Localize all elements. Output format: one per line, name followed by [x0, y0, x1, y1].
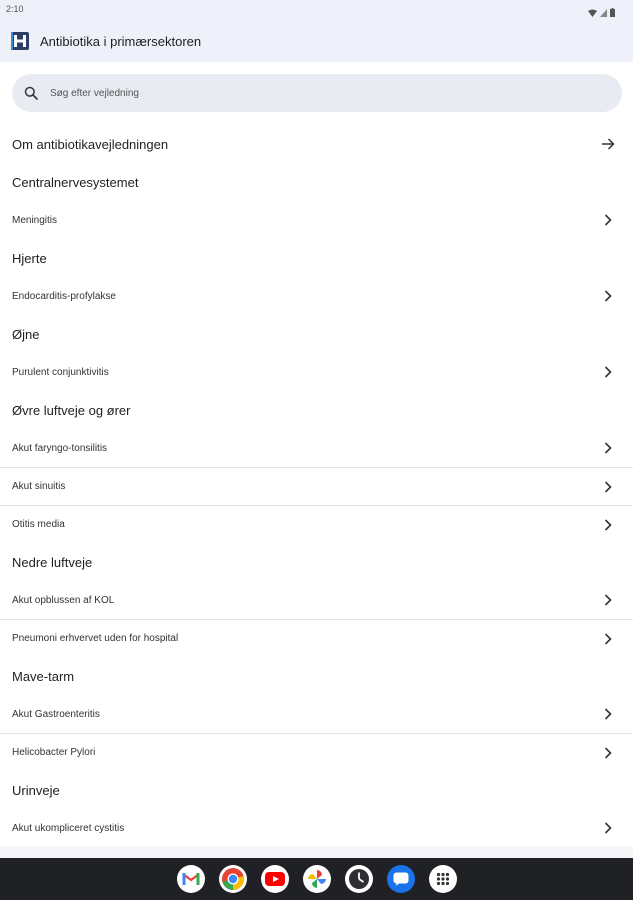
- list-item[interactable]: Endocarditis-profylakse: [0, 277, 633, 315]
- messages-icon[interactable]: [386, 865, 415, 893]
- app-drawer-icon[interactable]: [428, 865, 457, 893]
- list-item-label: Purulent conjunktivitis: [12, 366, 109, 378]
- list-item-label: Endocarditis-profylakse: [12, 290, 116, 302]
- list-item-label: Pneumoni erhvervet uden for hospital: [12, 633, 179, 644]
- section-heading-label: Øjne: [12, 326, 40, 342]
- list-bottom-edge: [0, 846, 633, 858]
- list-item[interactable]: Akut Gastroenteritis: [0, 695, 633, 733]
- chevron-right-icon: [604, 442, 612, 454]
- section-heading-label: Mave-tarm: [12, 668, 75, 684]
- gmail-icon[interactable]: [176, 865, 205, 893]
- section-heading: Mave-tarm: [0, 657, 633, 695]
- search-icon: [24, 86, 38, 100]
- list-item[interactable]: Akut opblussen af KOL: [0, 581, 633, 619]
- section-heading-label: Centralnervesystemet: [12, 174, 139, 190]
- section-heading: Hjerte: [0, 239, 633, 277]
- chevron-right-icon: [604, 822, 612, 834]
- section-heading-label: Øvre luftveje og ører: [12, 402, 131, 418]
- youtube-icon[interactable]: [260, 865, 289, 893]
- search-bar[interactable]: Søg efter vejledning: [12, 74, 622, 112]
- app-title: Antibiotika i primærsektoren: [40, 33, 202, 49]
- list-item-label: Akut sinuitis: [12, 481, 66, 492]
- list-item-label: Akut ukompliceret cystitis: [12, 822, 125, 834]
- section-heading-label: Urinveje: [12, 782, 60, 798]
- search-placeholder: Søg efter vejledning: [50, 87, 139, 99]
- list-item[interactable]: Otitis media: [0, 505, 633, 543]
- list-item[interactable]: Purulent conjunktivitis: [0, 353, 633, 391]
- section-heading: Øvre luftveje og ører: [0, 391, 633, 429]
- row-label: Om antibiotikavejledningen: [12, 136, 169, 152]
- chevron-right-icon: [604, 708, 612, 720]
- list-item[interactable]: Akut faryngo-tonsilitis: [0, 429, 633, 467]
- section-heading: Urinveje: [0, 771, 633, 809]
- list-item-label: Akut faryngo-tonsilitis: [12, 442, 108, 454]
- chevron-right-icon: [604, 481, 612, 493]
- chrome-icon[interactable]: [218, 865, 247, 893]
- taskbar: [0, 858, 633, 900]
- about-guidelines-link[interactable]: Om antibiotikavejledningen: [0, 125, 633, 163]
- chevron-right-icon: [604, 633, 612, 645]
- app-bar: Antibiotika i primærsektoren: [0, 20, 633, 62]
- section-heading: Centralnervesystemet: [0, 163, 633, 201]
- list-item-label: Akut opblussen af KOL: [12, 594, 115, 606]
- photos-icon[interactable]: [302, 865, 331, 893]
- list-item[interactable]: Akut ukompliceret cystitis: [0, 809, 633, 847]
- chevron-right-icon: [604, 290, 612, 302]
- chevron-right-icon: [604, 594, 612, 606]
- chevron-right-icon: [604, 366, 612, 378]
- guideline-list: Om antibiotikavejledningen Centralnerves…: [0, 125, 633, 847]
- section-heading: Nedre luftveje: [0, 543, 633, 581]
- section-heading: Øjne: [0, 315, 633, 353]
- list-item[interactable]: Pneumoni erhvervet uden for hospital: [0, 619, 633, 657]
- chevron-right-icon: [604, 519, 612, 531]
- chevron-right-icon: [604, 747, 612, 759]
- list-item-label: Meningitis: [12, 214, 58, 226]
- list-item[interactable]: Akut sinuitis: [0, 467, 633, 505]
- list-item[interactable]: Helicobacter Pylori: [0, 733, 633, 771]
- list-item[interactable]: Meningitis: [0, 201, 633, 239]
- list-item-label: Helicobacter Pylori: [12, 747, 96, 758]
- status-bar: 2:10: [0, 0, 633, 20]
- section-heading-label: Hjerte: [12, 250, 47, 266]
- app-logo-icon: [11, 32, 29, 50]
- clock-icon[interactable]: [344, 865, 373, 893]
- arrow-right-icon: [602, 138, 615, 150]
- chevron-right-icon: [604, 214, 612, 226]
- status-time: 2:10: [6, 4, 24, 14]
- list-item-label: Akut Gastroenteritis: [12, 708, 100, 720]
- section-heading-label: Nedre luftveje: [12, 554, 93, 570]
- list-item-label: Otitis media: [12, 519, 65, 530]
